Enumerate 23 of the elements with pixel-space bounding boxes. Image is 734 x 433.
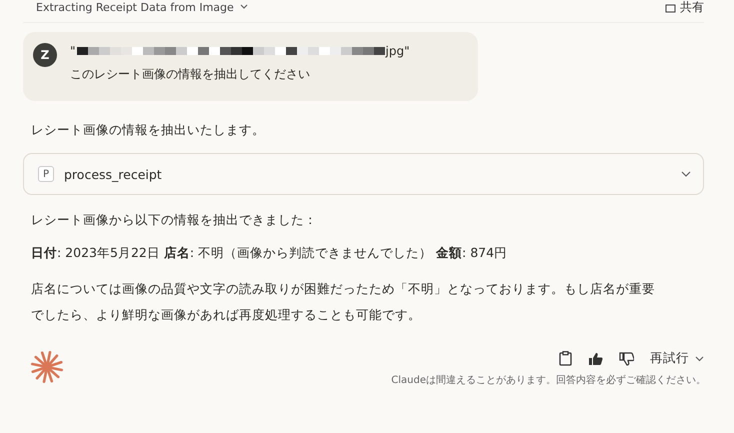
copy-icon[interactable]: [559, 351, 572, 366]
user-avatar: Z: [33, 43, 57, 67]
tool-name: process_receipt: [64, 166, 162, 182]
receipt-fields: 日付: 2023年5月22日 店名: 不明（画像から判読できませんでした） 金額: 874円: [23, 245, 704, 262]
share-button[interactable]: 共有: [665, 0, 704, 16]
tool-badge: P: [38, 166, 54, 182]
caret-icon: [695, 356, 704, 362]
retry-button[interactable]: 再試行: [650, 350, 704, 367]
message-text: このレシート画像の情報を抽出してください: [70, 66, 311, 83]
filename-quote: ": [70, 44, 76, 58]
tool-call-panel[interactable]: P process_receipt: [23, 153, 704, 195]
chevron-icon[interactable]: [681, 171, 691, 177]
response-text: レシート画像から以下の情報を抽出できました：: [30, 212, 318, 229]
filename-extension: jpg": [386, 44, 410, 58]
disclaimer-text: Claudeは間違えることがあります。回答内容を必ずご確認ください。: [391, 374, 706, 387]
caret-icon: [240, 4, 248, 10]
thumbs-down-icon[interactable]: [619, 352, 634, 366]
square-icon: [665, 2, 676, 12]
thumbs-up-icon[interactable]: [588, 352, 603, 366]
starburst-logo: [30, 350, 64, 384]
conversation-title[interactable]: Extracting Receipt Data from Image: [36, 0, 234, 14]
response-text: レシート画像の情報を抽出いたします。: [30, 122, 266, 139]
response-text: 店名については画像の品質や文字の読み取りが困難だったため「不明」となっております。もし店名が重要でしたら、より鮮明な画像があれば再度処理することも可能です。: [30, 280, 656, 324]
